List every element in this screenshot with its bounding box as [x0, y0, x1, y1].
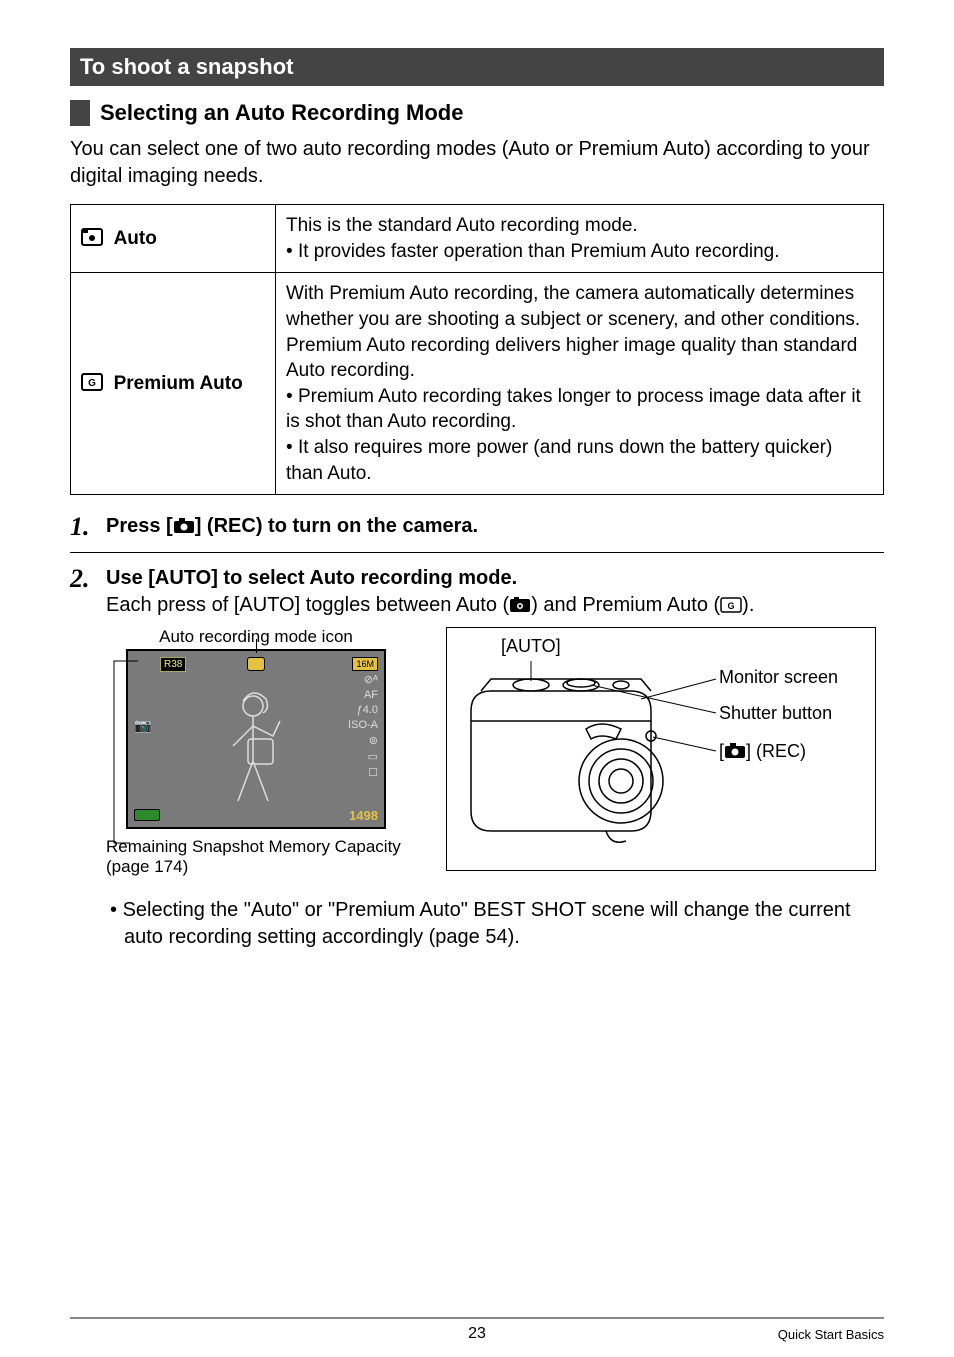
- camera-figure: [AUTO]: [446, 627, 876, 871]
- status-icon: AF: [348, 689, 378, 701]
- mode-desc-bullet: It also requires more power (and runs do…: [286, 437, 832, 484]
- footer-section-label: Quick Start Basics: [778, 1327, 884, 1342]
- note-bullet-text: Selecting the "Auto" or "Premium Auto" B…: [123, 899, 851, 948]
- step-title-post: ] (REC) to turn on the camera.: [195, 515, 478, 537]
- callout-monitor: Monitor screen: [719, 667, 838, 688]
- step-title: Use [AUTO] to select Auto recording mode…: [106, 565, 884, 592]
- camera-rec-icon: [173, 517, 195, 535]
- mode-desc-bullet: Premium Auto recording takes longer to p…: [286, 386, 861, 433]
- step-number: 2.: [70, 565, 106, 619]
- premium-auto-mode-icon-small: G: [720, 596, 742, 614]
- subheading-row: Selecting an Auto Recording Mode: [70, 100, 884, 126]
- step-2: 2. Use [AUTO] to select Auto recording m…: [70, 565, 884, 619]
- callout-rec-post: ] (REC): [746, 741, 806, 761]
- subject-illustration: [208, 691, 318, 811]
- status-icon: ▭: [348, 750, 378, 763]
- subheading-text: Selecting an Auto Recording Mode: [100, 100, 463, 126]
- leader-line: [110, 657, 140, 857]
- status-icons: ⊘ᴬ AF ƒ4.0 ISO-A ⊚ ▭ ☐: [348, 673, 378, 779]
- mode-label-auto: Auto: [71, 205, 276, 273]
- figures-row: Auto recording mode icon R38 16M ⊘ᴬ AF: [106, 627, 884, 877]
- mode-label-text: Premium Auto: [114, 373, 243, 394]
- step-1: 1. Press [ ] (REC) to turn on the camera…: [70, 513, 884, 542]
- step-body-pre: Each press of [AUTO] toggles between Aut…: [106, 594, 509, 616]
- screen-figure: Auto recording mode icon R38 16M ⊘ᴬ AF: [106, 627, 406, 877]
- status-icon: ☐: [348, 766, 378, 779]
- step-number: 1.: [70, 513, 106, 542]
- svg-text:G: G: [88, 378, 96, 389]
- resolution-badge: 16M: [352, 657, 378, 671]
- mode-label-premium: G Premium Auto: [71, 273, 276, 495]
- svg-text:G: G: [728, 601, 735, 611]
- status-icon: ISO-A: [348, 719, 378, 731]
- auto-button-label: [AUTO]: [501, 636, 861, 657]
- counter-value: R38: [160, 657, 186, 672]
- status-icon: ƒ4.0: [348, 704, 378, 716]
- step-divider: [70, 552, 884, 553]
- camera-rec-icon: [724, 742, 746, 760]
- callout-rec: [ ] (REC): [719, 741, 806, 762]
- status-icon: ⊚: [348, 734, 378, 747]
- table-row: Auto This is the standard Auto recording…: [71, 205, 884, 273]
- callout-shutter: Shutter button: [719, 703, 832, 724]
- mode-desc-premium: With Premium Auto recording, the camera …: [276, 273, 884, 495]
- auto-mode-icon-small: [509, 596, 531, 614]
- auto-mode-icon: [81, 228, 103, 246]
- mode-desc-main: This is the standard Auto recording mode…: [286, 215, 638, 236]
- mode-table: Auto This is the standard Auto recording…: [70, 204, 884, 495]
- mode-desc-main: With Premium Auto recording, the camera …: [286, 283, 860, 381]
- mode-desc-auto: This is the standard Auto recording mode…: [276, 205, 884, 273]
- mode-desc-bullet: It provides faster operation than Premiu…: [298, 241, 780, 262]
- note-bullet: • Selecting the "Auto" or "Premium Auto"…: [110, 897, 884, 951]
- step-body-post: ).: [742, 594, 754, 616]
- remaining-count: 1498: [349, 808, 378, 823]
- screen-caption-bottom: Remaining Snapshot Memory Capacity (page…: [106, 837, 406, 877]
- premium-auto-mode-icon: G: [81, 373, 103, 391]
- section-title: To shoot a snapshot: [70, 48, 884, 86]
- mode-label-text: Auto: [114, 228, 157, 249]
- camera-illustration: [461, 661, 691, 851]
- monitor-preview: R38 16M ⊘ᴬ AF ƒ4.0 ISO-A ⊚ ▭ ☐: [126, 649, 386, 829]
- page-number: 23: [70, 1325, 884, 1343]
- page-footer: 23 Quick Start Basics: [70, 1317, 884, 1323]
- step-title: Press [ ] (REC) to turn on the camera.: [106, 515, 478, 537]
- mode-indicator-icon: [247, 657, 265, 671]
- step-body-mid: ) and Premium Auto (: [531, 594, 720, 616]
- step-title-pre: Press [: [106, 515, 173, 537]
- step-description: Each press of [AUTO] toggles between Aut…: [106, 592, 884, 619]
- status-icon: ⊘ᴬ: [348, 673, 378, 686]
- table-row: G Premium Auto With Premium Auto recordi…: [71, 273, 884, 495]
- subheading-marker: [70, 100, 90, 126]
- intro-text: You can select one of two auto recording…: [70, 136, 884, 190]
